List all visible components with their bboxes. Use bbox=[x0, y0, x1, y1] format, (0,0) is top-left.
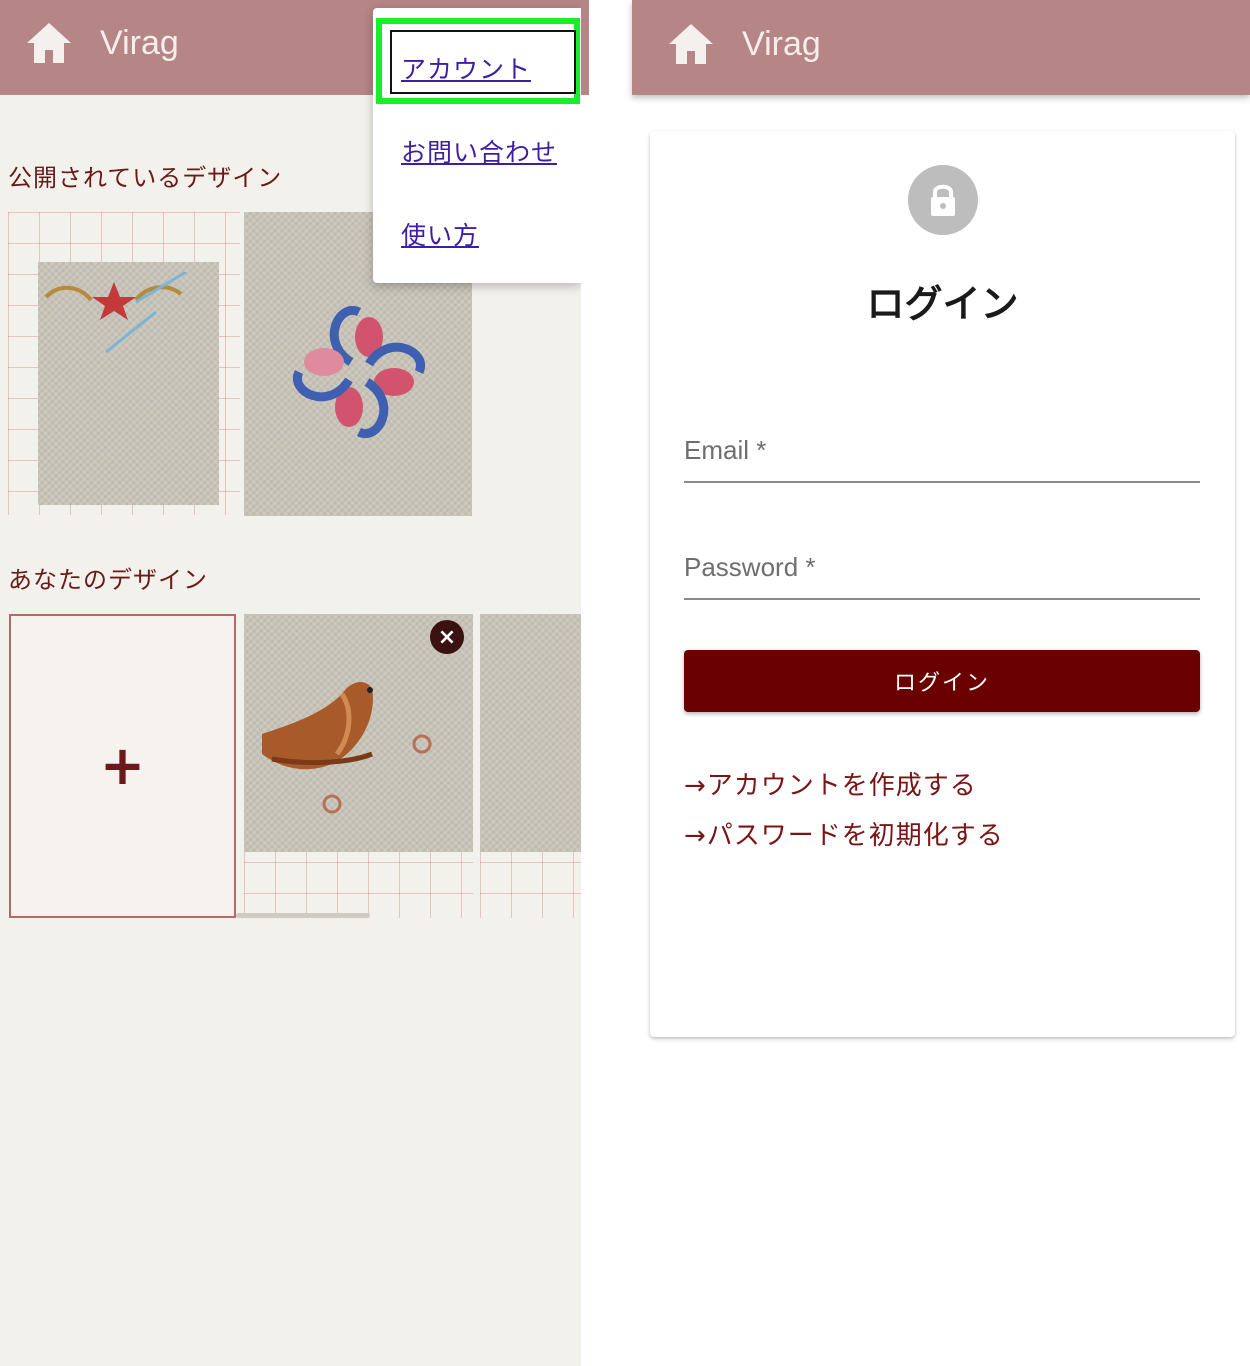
right-screen: Virag ログイン Email * Password * ログイン →アカウン… bbox=[632, 0, 1250, 1366]
home-icon[interactable] bbox=[24, 20, 74, 66]
delete-design-button[interactable]: × bbox=[430, 620, 464, 654]
login-heading: ログイン bbox=[866, 282, 1019, 326]
lock-icon bbox=[908, 165, 978, 235]
create-account-link[interactable]: →アカウントを作成する bbox=[684, 765, 977, 802]
your-design-thumb[interactable] bbox=[244, 614, 473, 918]
app-bar-edge bbox=[581, 0, 589, 95]
close-icon: × bbox=[437, 624, 457, 650]
email-field[interactable]: Email * bbox=[684, 431, 1204, 483]
plus-icon: + bbox=[99, 734, 146, 797]
email-input[interactable] bbox=[684, 431, 1204, 483]
your-design-thumb[interactable] bbox=[480, 614, 581, 918]
home-icon[interactable] bbox=[666, 21, 716, 67]
password-field[interactable]: Password * bbox=[684, 548, 1204, 600]
add-design-button[interactable]: + bbox=[9, 614, 236, 918]
app-title[interactable]: Virag bbox=[100, 24, 179, 63]
your-designs-heading: あなたのデザイン bbox=[8, 566, 208, 594]
login-card: ログイン Email * Password * ログイン →アカウントを作成する… bbox=[650, 131, 1235, 1037]
horizontal-scrollbar[interactable] bbox=[236, 913, 370, 918]
password-input[interactable] bbox=[684, 548, 1204, 600]
reset-password-link[interactable]: →パスワードを初期化する bbox=[684, 815, 1004, 852]
login-button[interactable]: ログイン bbox=[684, 650, 1200, 712]
app-title[interactable]: Virag bbox=[742, 25, 821, 64]
menu-item-account[interactable]: アカウント bbox=[401, 50, 531, 86]
left-screen: Virag 公開されているデザイン あなたのデザイン + × アカウント お問い… bbox=[0, 0, 581, 1366]
app-bar: Virag bbox=[632, 0, 1250, 95]
menu-item-contact[interactable]: お問い合わせ bbox=[401, 133, 557, 169]
nav-menu: アカウント お問い合わせ 使い方 bbox=[373, 8, 581, 283]
public-design-thumb[interactable] bbox=[8, 212, 240, 515]
public-designs-heading: 公開されているデザイン bbox=[8, 164, 283, 192]
menu-item-howto[interactable]: 使い方 bbox=[401, 216, 479, 252]
